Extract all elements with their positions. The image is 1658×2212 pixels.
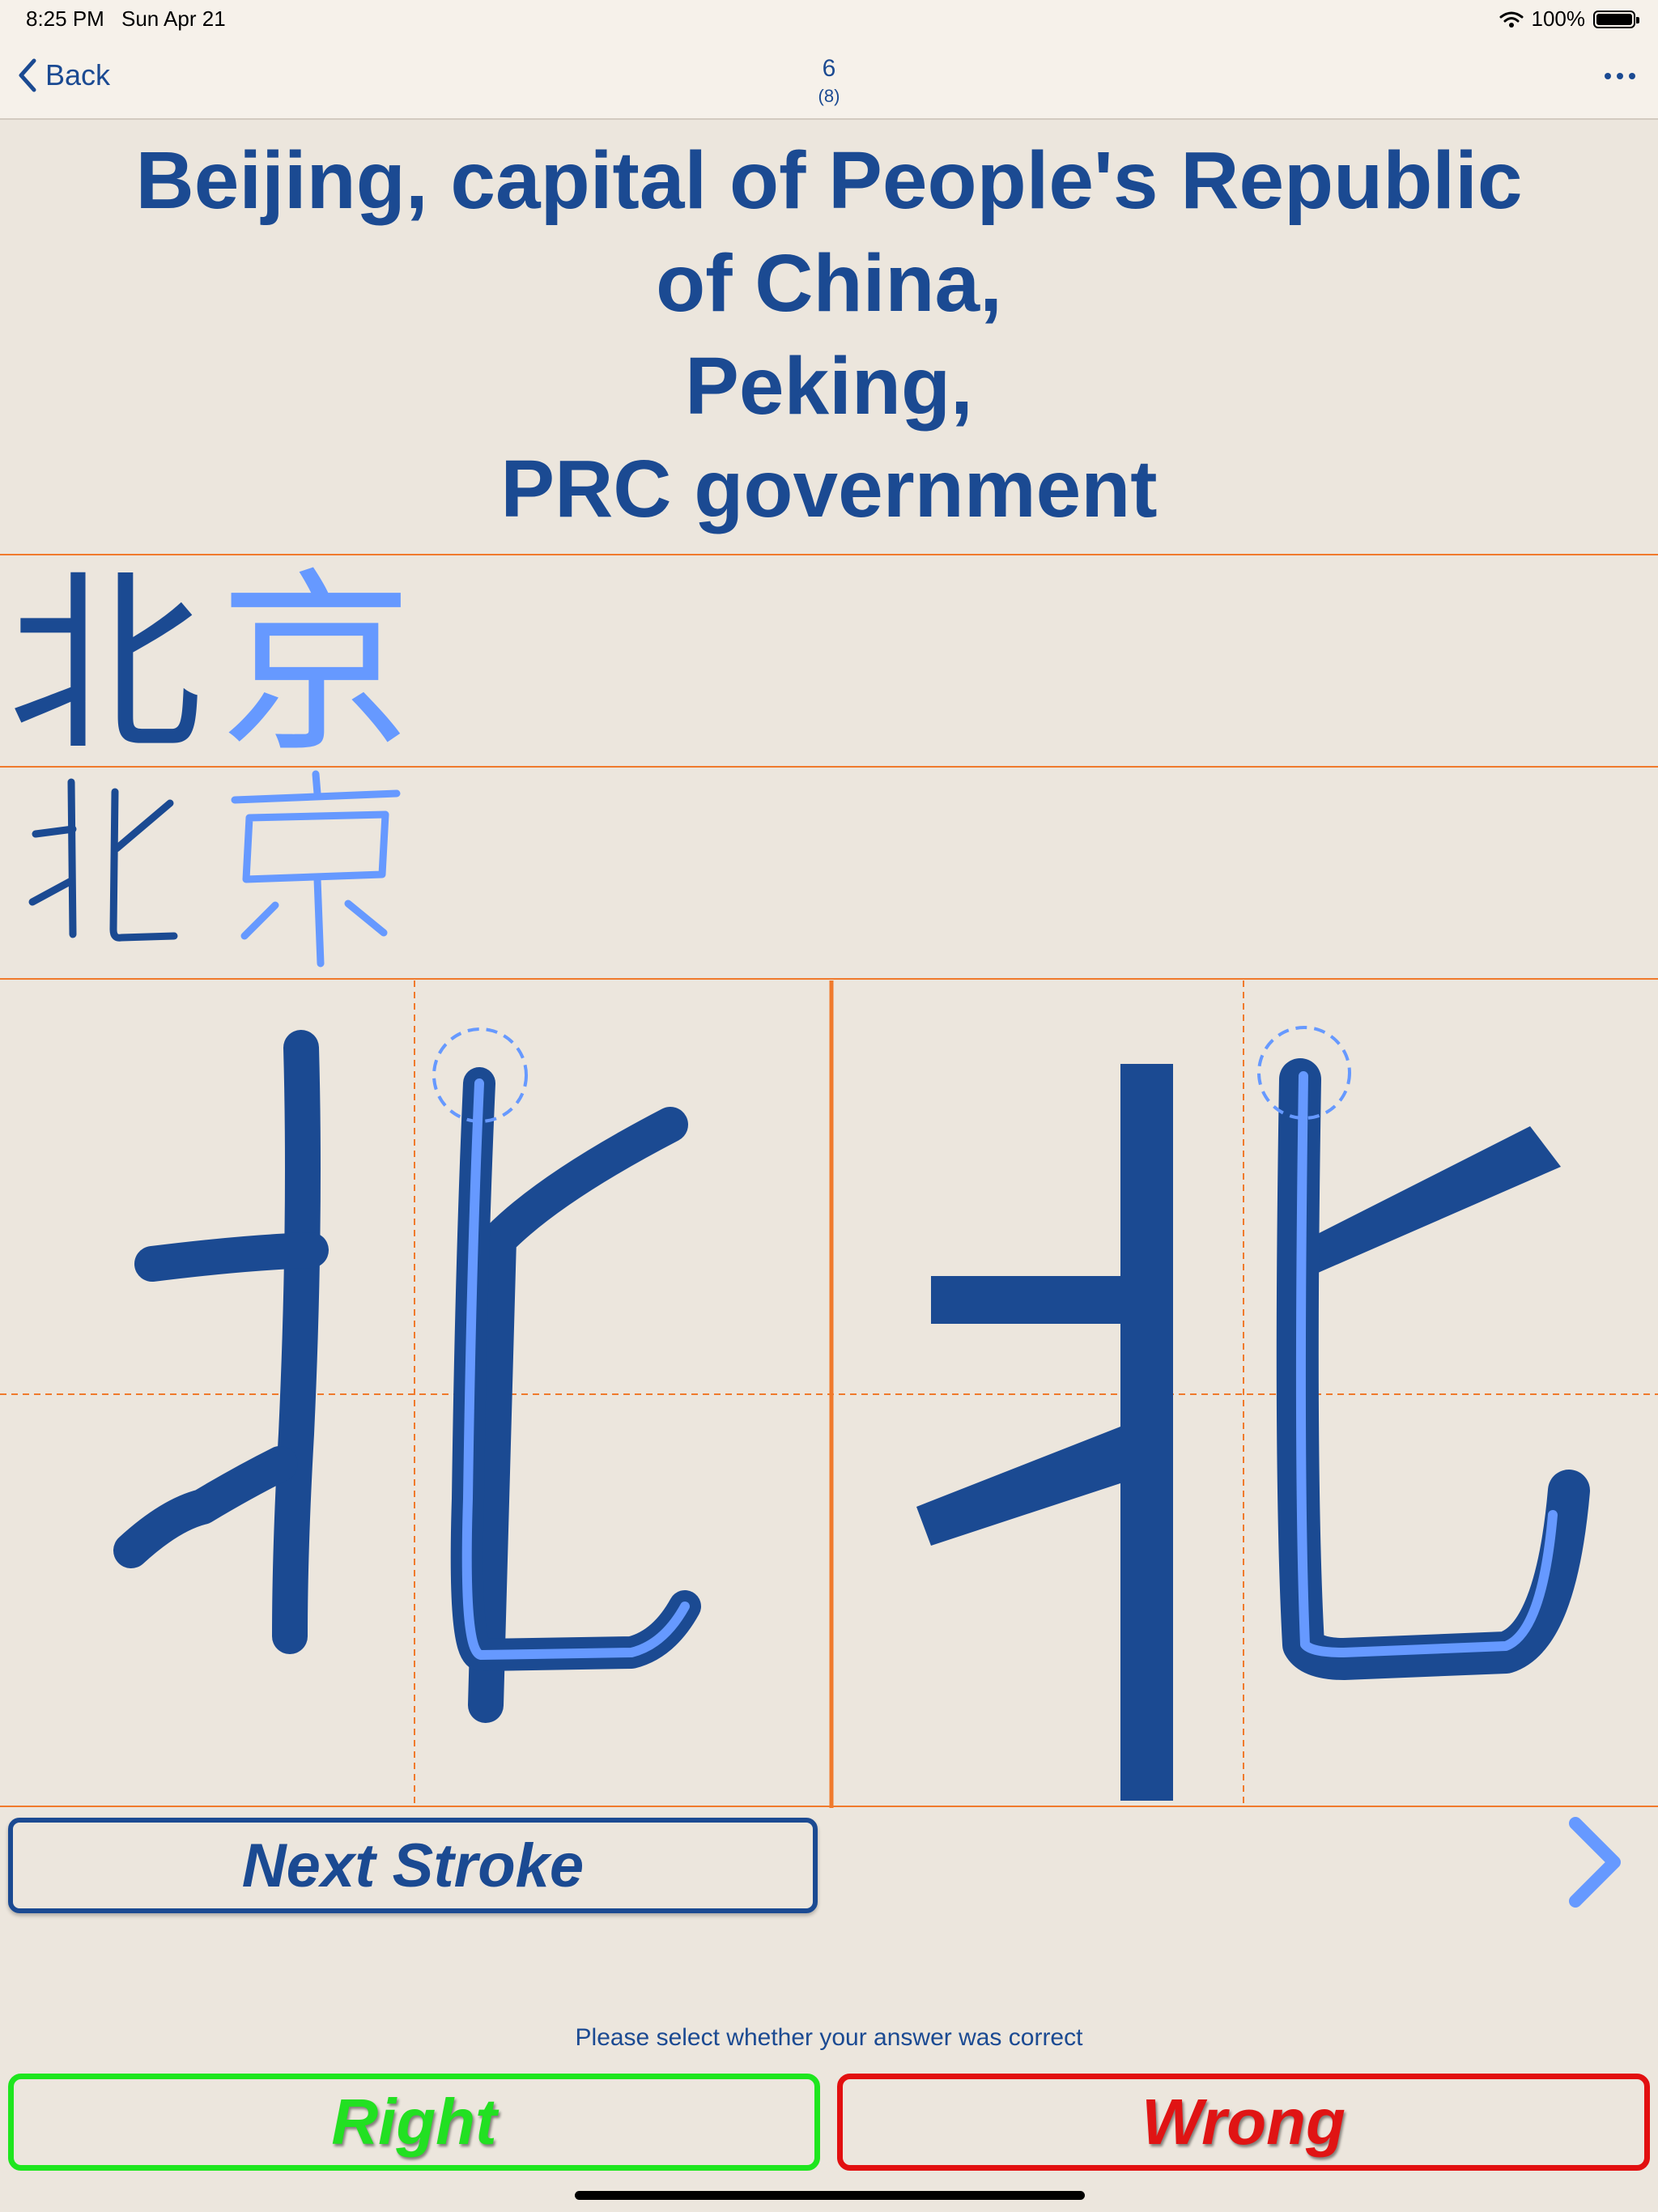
battery-percent: 100% (1531, 6, 1586, 31)
handwritten-answer (0, 768, 1658, 978)
chevron-right-icon[interactable] (1562, 1814, 1627, 1911)
nav-bar: Back 6 (8) (0, 39, 1658, 120)
status-right: 100% (1499, 6, 1639, 32)
handwritten-char-bei (28, 778, 178, 942)
status-date: Sun Apr 21 (121, 6, 226, 31)
divider (0, 978, 1658, 980)
answer-char: 京 (219, 555, 413, 766)
card-total: (8) (818, 86, 840, 106)
wrong-button[interactable]: Wrong (837, 2074, 1650, 2171)
answer-characters: 北 京 (0, 555, 1658, 766)
user-strokes (113, 1030, 688, 1723)
wifi-icon (1499, 11, 1523, 28)
definition-line: PRC government (500, 444, 1158, 534)
status-time: 8:25 PM (26, 6, 104, 31)
stroke-practice-area[interactable] (0, 981, 1658, 1808)
definition-text: Beijing, capital of People's Republic of… (0, 130, 1658, 555)
grading-prompt: Please select whether your answer was co… (575, 2024, 1083, 2051)
home-indicator[interactable] (575, 2191, 1085, 2200)
status-bar: 8:25 PM Sun Apr 21 100% (0, 0, 1658, 39)
answer-char: 北 (8, 555, 202, 766)
more-icon[interactable] (1605, 73, 1635, 79)
next-stroke-button[interactable]: Next Stroke (8, 1818, 818, 1913)
definition-line: Peking, (685, 341, 973, 432)
handwritten-char-jing (231, 770, 401, 968)
battery-icon (1593, 10, 1639, 28)
card-number: 6 (822, 55, 836, 82)
definition-line: Beijing, capital of People's Republic (135, 135, 1523, 226)
definition-line: of China, (656, 238, 1002, 329)
right-button[interactable]: Right (8, 2074, 820, 2171)
